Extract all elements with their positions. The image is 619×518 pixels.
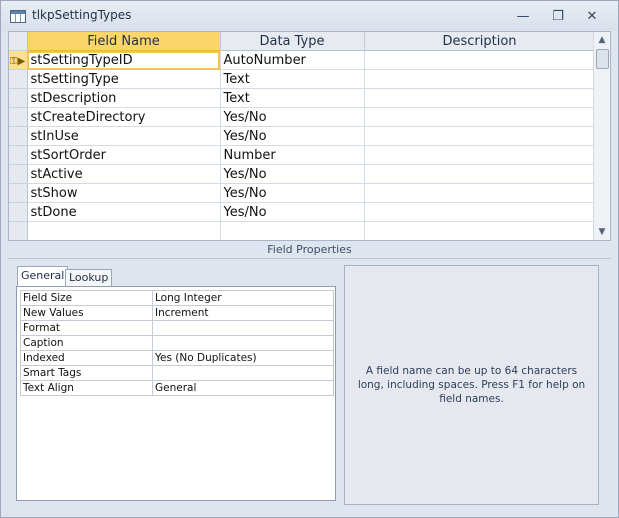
cell-field-name[interactable]: stInUse xyxy=(27,126,221,146)
close-button[interactable]: ✕ xyxy=(580,7,604,25)
property-value[interactable]: Yes (No Duplicates) xyxy=(152,350,334,366)
property-row[interactable]: Text Align General xyxy=(20,380,334,396)
table-row[interactable]: stInUse Yes/No xyxy=(9,126,596,146)
property-name: Smart Tags xyxy=(20,365,153,381)
cell-field-name[interactable]: stSettingTypeID xyxy=(27,50,221,70)
cell-description[interactable] xyxy=(364,221,596,240)
property-value[interactable] xyxy=(152,335,334,351)
cell-data-type[interactable]: Text xyxy=(220,69,365,89)
tab-general[interactable]: General xyxy=(17,266,69,287)
scroll-thumb[interactable] xyxy=(596,49,609,69)
column-header-field-name[interactable]: Field Name xyxy=(27,32,221,51)
property-value[interactable] xyxy=(152,320,334,336)
property-name: Format xyxy=(20,320,153,336)
window-title: tlkpSettingTypes xyxy=(32,8,132,22)
cell-field-name[interactable]: stActive xyxy=(27,164,221,184)
cell-data-type[interactable]: Yes/No xyxy=(220,126,365,146)
property-name: Text Align xyxy=(20,380,153,396)
property-name: Caption xyxy=(20,335,153,351)
row-selector[interactable]: ⚿▶ xyxy=(9,50,28,70)
row-selector[interactable] xyxy=(9,202,28,222)
general-properties-panel: Field Size Long Integer New Values Incremen… xyxy=(16,286,336,501)
restore-button[interactable]: ❐ xyxy=(546,7,570,25)
property-name: New Values xyxy=(20,305,153,321)
row-selector[interactable] xyxy=(9,221,28,240)
cell-field-name[interactable]: stShow xyxy=(27,183,221,203)
cell-data-type[interactable]: Yes/No xyxy=(220,107,365,127)
cell-description[interactable] xyxy=(364,202,596,222)
cell-data-type[interactable]: AutoNumber xyxy=(220,50,365,70)
cell-description[interactable] xyxy=(364,88,596,108)
table-row[interactable]: stActive Yes/No xyxy=(9,164,596,184)
row-selector[interactable] xyxy=(9,183,28,203)
tab-lookup[interactable]: Lookup xyxy=(65,269,113,286)
row-selector[interactable] xyxy=(9,145,28,165)
property-row[interactable]: Caption xyxy=(20,335,334,351)
field-grid: Field Name Data Type Description ⚿▶ stSet… xyxy=(8,31,611,241)
property-row[interactable]: New Values Increment xyxy=(20,305,334,321)
scroll-up-icon[interactable]: ▲ xyxy=(594,32,610,48)
table-row[interactable]: stCreateDirectory Yes/No xyxy=(9,107,596,127)
property-row[interactable]: Indexed Yes (No Duplicates) xyxy=(20,350,334,366)
cell-data-type[interactable]: Yes/No xyxy=(220,183,365,203)
cell-description[interactable] xyxy=(364,164,596,184)
cell-data-type[interactable]: Number xyxy=(220,145,365,165)
row-selector[interactable] xyxy=(9,164,28,184)
cell-description[interactable] xyxy=(364,107,596,127)
cell-field-name[interactable] xyxy=(27,221,221,240)
divider xyxy=(8,258,611,259)
table-row[interactable]: stSortOrder Number xyxy=(9,145,596,165)
scroll-down-icon[interactable]: ▼ xyxy=(594,224,610,240)
row-selector[interactable] xyxy=(9,126,28,146)
table-row[interactable] xyxy=(9,221,596,240)
table-icon xyxy=(10,10,26,23)
table-row[interactable]: stDone Yes/No xyxy=(9,202,596,222)
grid-scrollbar[interactable]: ▲ ▼ xyxy=(593,32,610,240)
property-value[interactable] xyxy=(152,365,334,381)
help-panel: A field name can be up to 64 characters … xyxy=(344,265,599,505)
cell-data-type[interactable]: Yes/No xyxy=(220,164,365,184)
cell-description[interactable] xyxy=(364,183,596,203)
minimize-button[interactable]: — xyxy=(511,7,535,25)
cell-field-name[interactable]: stCreateDirectory xyxy=(27,107,221,127)
table-row[interactable]: stSettingType Text xyxy=(9,69,596,89)
title-bar[interactable]: tlkpSettingTypes — ❐ ✕ xyxy=(1,1,618,31)
table-design-window: tlkpSettingTypes — ❐ ✕ Field Name Data T… xyxy=(0,0,619,518)
property-value[interactable]: Long Integer xyxy=(152,290,334,306)
cell-data-type[interactable] xyxy=(220,221,365,240)
field-properties-label: Field Properties xyxy=(267,243,352,256)
cell-description[interactable] xyxy=(364,69,596,89)
property-row[interactable]: Format xyxy=(20,320,334,336)
cell-data-type[interactable]: Text xyxy=(220,88,365,108)
help-text: A field name can be up to 64 characters … xyxy=(357,365,586,405)
property-row[interactable]: Field Size Long Integer xyxy=(20,290,334,306)
column-header-data-type[interactable]: Data Type xyxy=(220,32,365,51)
cell-description[interactable] xyxy=(364,50,596,70)
property-name: Field Size xyxy=(20,290,153,306)
column-header-description[interactable]: Description xyxy=(364,32,596,51)
table-row[interactable]: ⚿▶ stSettingTypeID AutoNumber xyxy=(9,50,596,70)
field-table: Field Name Data Type Description ⚿▶ stSet… xyxy=(9,32,596,240)
property-value[interactable]: General xyxy=(152,380,334,396)
row-selector[interactable] xyxy=(9,69,28,89)
cell-field-name[interactable]: stDone xyxy=(27,202,221,222)
cell-field-name[interactable]: stSettingType xyxy=(27,69,221,89)
key-icon: ⚿▶ xyxy=(10,55,26,67)
property-value[interactable]: Increment xyxy=(152,305,334,321)
cell-field-name[interactable]: stSortOrder xyxy=(27,145,221,165)
table-row[interactable]: stShow Yes/No xyxy=(9,183,596,203)
table-row[interactable]: stDescription Text xyxy=(9,88,596,108)
property-row[interactable]: Smart Tags xyxy=(20,365,334,381)
select-all-corner[interactable] xyxy=(9,32,28,51)
row-selector[interactable] xyxy=(9,107,28,127)
property-name: Indexed xyxy=(20,350,153,366)
row-selector[interactable] xyxy=(9,88,28,108)
cell-description[interactable] xyxy=(364,126,596,146)
cell-data-type[interactable]: Yes/No xyxy=(220,202,365,222)
properties-table: Field Size Long Integer New Values Incremen… xyxy=(20,290,334,396)
cell-description[interactable] xyxy=(364,145,596,165)
cell-field-name[interactable]: stDescription xyxy=(27,88,221,108)
